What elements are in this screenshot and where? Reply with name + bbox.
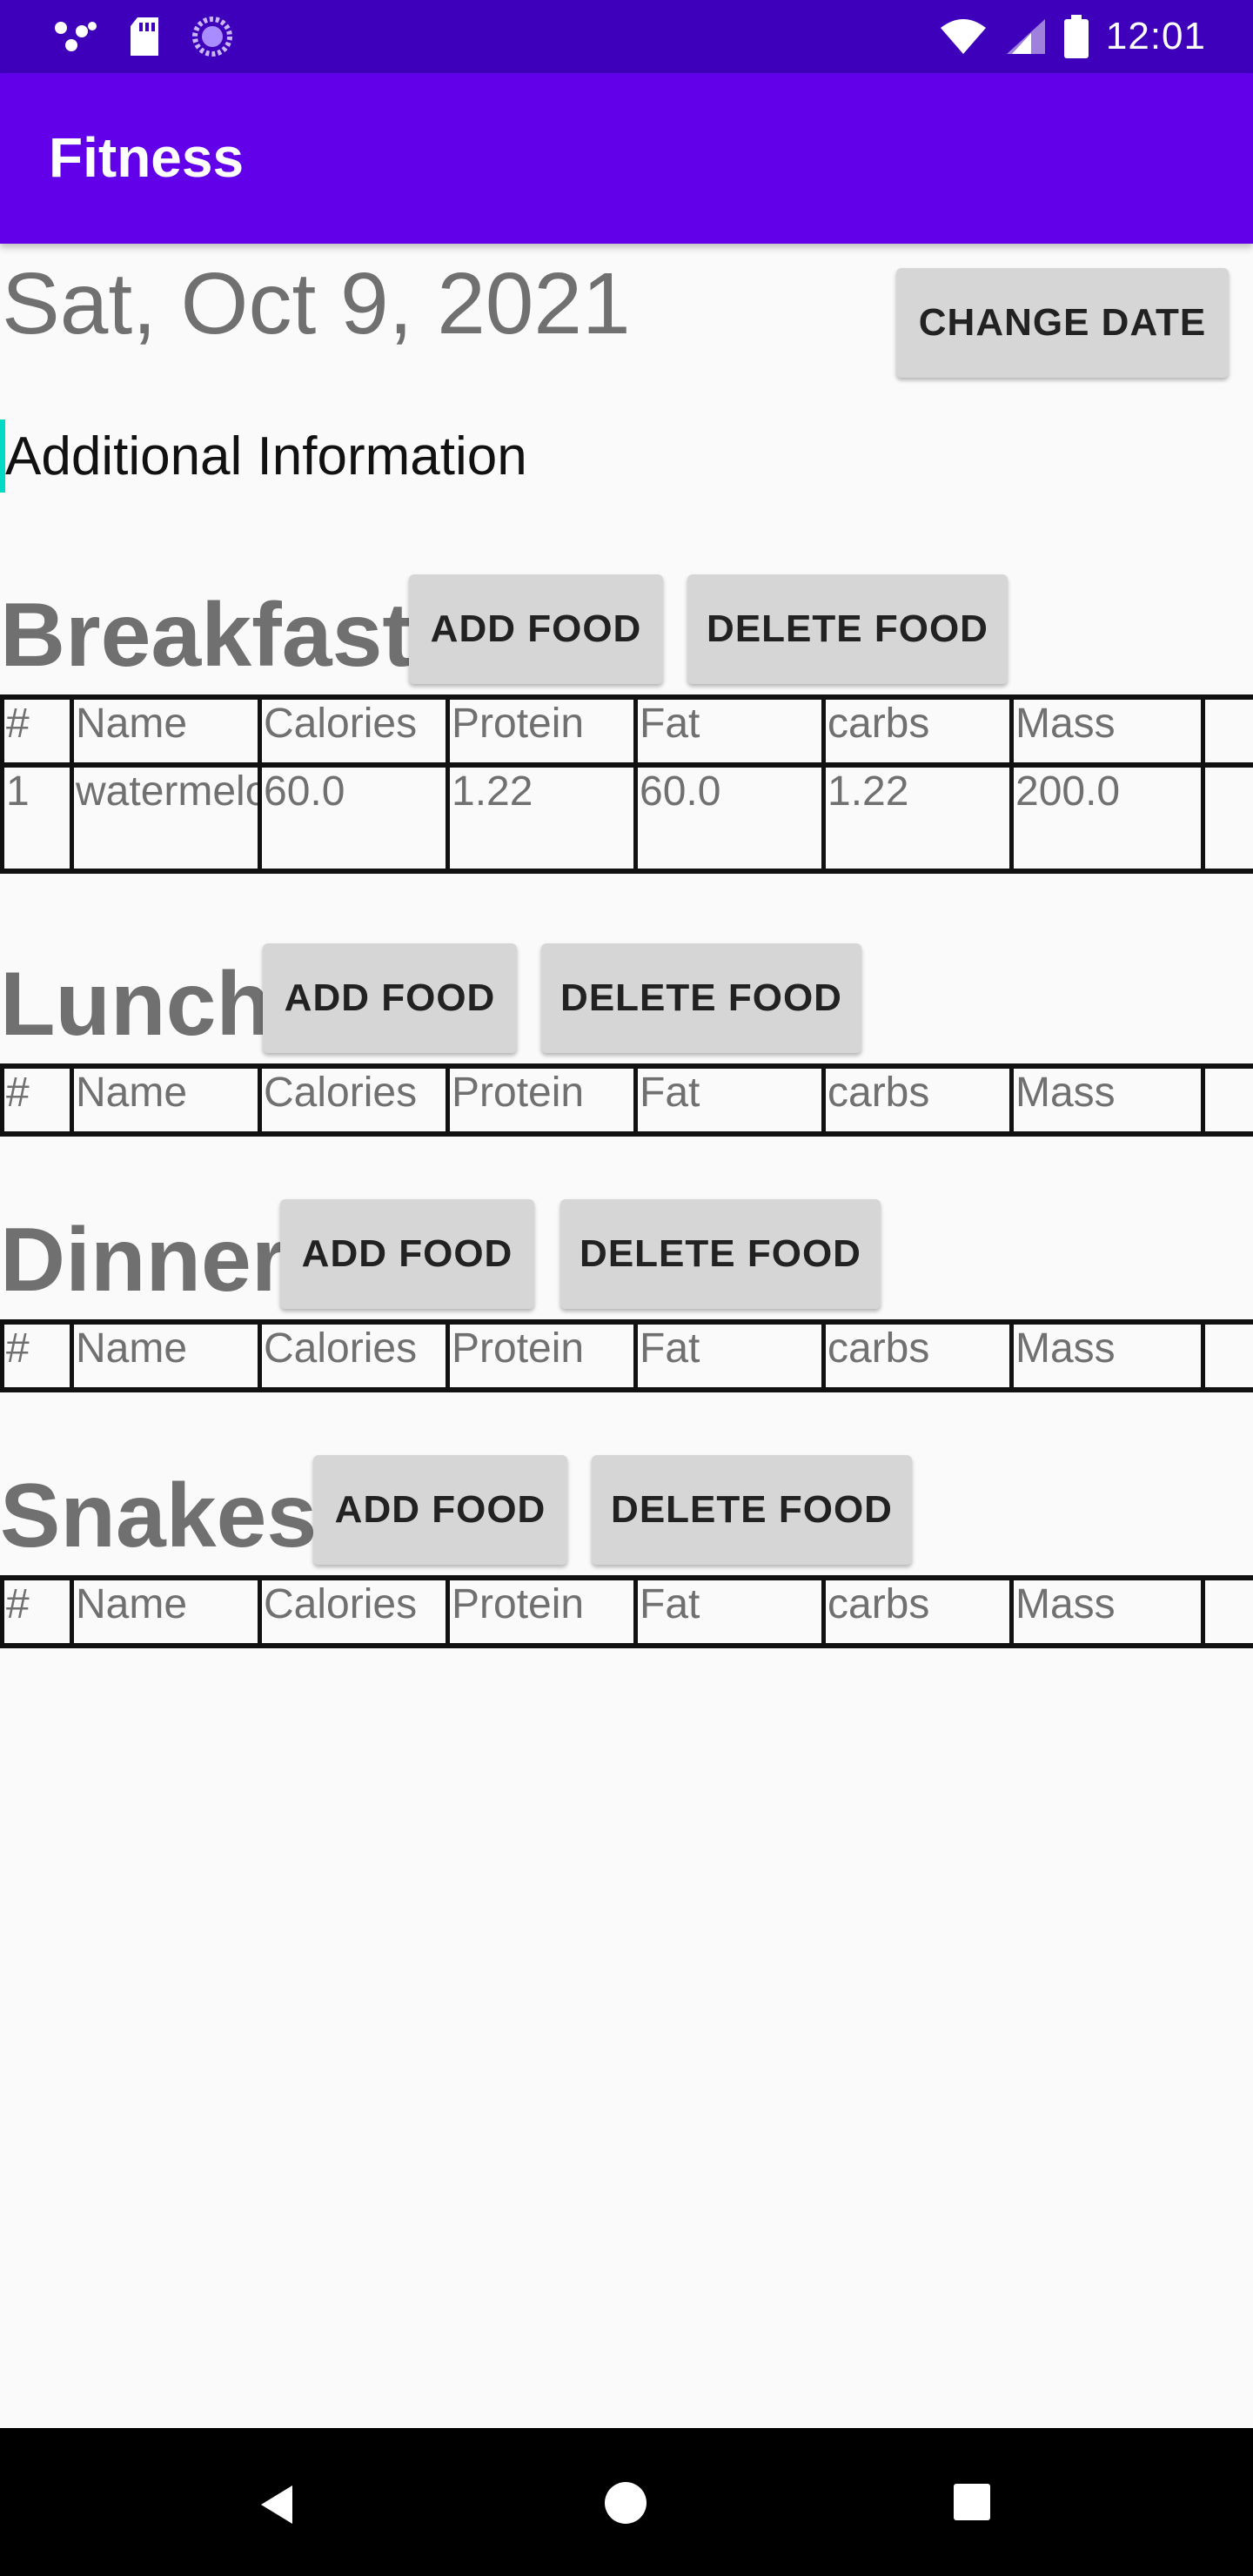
header-cell: Mass bbox=[1009, 1580, 1200, 1643]
header-cell: carbs bbox=[821, 1325, 1012, 1387]
snakes-add-food-button[interactable]: ADD FOOD bbox=[313, 1455, 567, 1565]
dinner-delete-food-button[interactable]: DELETE FOOD bbox=[560, 1199, 881, 1309]
app-bar: Fitness bbox=[0, 73, 1253, 244]
table-cell: 1.22 bbox=[821, 768, 1012, 869]
recent-apps-icon[interactable] bbox=[954, 2484, 990, 2520]
header-cell: Name bbox=[70, 1069, 260, 1131]
header-cell: Fat bbox=[633, 1325, 824, 1387]
lunch-delete-food-button[interactable]: DELETE FOOD bbox=[541, 943, 861, 1053]
meal-title-dinner: Dinner bbox=[0, 1210, 287, 1311]
header-cell: Name bbox=[70, 700, 260, 762]
header-cell bbox=[1201, 1069, 1253, 1131]
status-bar: 12:01 bbox=[0, 0, 1253, 73]
lunch-table: # Name Calories Protein Fat carbs Mass bbox=[0, 1063, 1253, 1137]
header-cell: carbs bbox=[821, 1069, 1012, 1131]
header-cell: Fat bbox=[633, 700, 824, 762]
status-right-icons: 12:01 bbox=[939, 12, 1206, 61]
change-date-button[interactable]: CHANGE DATE bbox=[896, 268, 1229, 378]
table-header-row: # Name Calories Protein Fat carbs Mass bbox=[0, 694, 1253, 762]
header-cell: Fat bbox=[633, 1069, 824, 1131]
app-title: Fitness bbox=[49, 126, 245, 189]
dinner-add-food-button[interactable]: ADD FOOD bbox=[280, 1199, 534, 1309]
header-cell: carbs bbox=[821, 1580, 1012, 1643]
table-cell: 60.0 bbox=[633, 768, 824, 869]
header-cell: Mass bbox=[1009, 1325, 1200, 1387]
meal-title-breakfast: Breakfast bbox=[0, 585, 413, 686]
header-cell: Protein bbox=[446, 1325, 636, 1387]
header-cell: carbs bbox=[821, 700, 1012, 762]
header-cell bbox=[1201, 700, 1253, 762]
header-cell: Calories bbox=[258, 1069, 448, 1131]
wifi-icon bbox=[940, 19, 986, 54]
snakes-table: # Name Calories Protein Fat carbs Mass bbox=[0, 1575, 1253, 1648]
header-cell: # bbox=[0, 1325, 72, 1387]
date-label: Sat, Oct 9, 2021 bbox=[2, 255, 631, 352]
header-cell: Calories bbox=[258, 1580, 448, 1643]
header-cell: # bbox=[0, 1069, 72, 1131]
additional-info-text: Additional Information bbox=[5, 426, 527, 486]
status-time: 12:01 bbox=[1105, 15, 1206, 57]
header-cell: Calories bbox=[258, 1325, 448, 1387]
table-header-row: # Name Calories Protein Fat carbs Mass bbox=[0, 1575, 1253, 1648]
header-cell: # bbox=[0, 700, 72, 762]
header-cell: Fat bbox=[633, 1580, 824, 1643]
header-cell: Protein bbox=[446, 700, 636, 762]
notification-dots-icon bbox=[55, 22, 97, 51]
additional-info-field[interactable]: Additional Information bbox=[0, 418, 527, 494]
header-cell bbox=[1201, 1325, 1253, 1387]
navigation-bar bbox=[0, 2428, 1253, 2576]
table-cell: 60.0 bbox=[258, 768, 448, 869]
battery-icon bbox=[1063, 15, 1089, 58]
back-icon[interactable] bbox=[258, 2484, 296, 2526]
breakfast-add-food-button[interactable]: ADD FOOD bbox=[409, 574, 663, 684]
meal-title-lunch: Lunch bbox=[0, 954, 271, 1055]
header-cell: Mass bbox=[1009, 1069, 1200, 1131]
snakes-delete-food-button[interactable]: DELETE FOOD bbox=[592, 1455, 912, 1565]
dinner-table: # Name Calories Protein Fat carbs Mass bbox=[0, 1319, 1253, 1392]
lunch-add-food-button[interactable]: ADD FOOD bbox=[263, 943, 517, 1053]
table-header-row: # Name Calories Protein Fat carbs Mass bbox=[0, 1319, 1253, 1392]
header-cell: Name bbox=[70, 1325, 260, 1387]
table-cell: 200.0 bbox=[1009, 768, 1200, 869]
cell-signal-icon bbox=[1006, 19, 1045, 54]
status-left-icons bbox=[52, 16, 233, 57]
header-cell: Calories bbox=[258, 700, 448, 762]
breakfast-table: # Name Calories Protein Fat carbs Mass 1… bbox=[0, 694, 1253, 874]
table-header-row: # Name Calories Protein Fat carbs Mass bbox=[0, 1063, 1253, 1137]
table-cell: watermelon bbox=[70, 768, 260, 869]
home-icon[interactable] bbox=[605, 2482, 647, 2524]
sync-icon bbox=[192, 17, 232, 57]
sd-card-icon bbox=[131, 17, 158, 56]
header-cell bbox=[1201, 1580, 1253, 1643]
header-cell: Mass bbox=[1009, 700, 1200, 762]
table-row[interactable]: 1 watermelon 60.0 1.22 60.0 1.22 200.0 bbox=[0, 762, 1253, 874]
header-cell: # bbox=[0, 1580, 72, 1643]
header-cell: Name bbox=[70, 1580, 260, 1643]
table-cell: 1 bbox=[0, 768, 72, 869]
breakfast-delete-food-button[interactable]: DELETE FOOD bbox=[687, 574, 1008, 684]
header-cell: Protein bbox=[446, 1069, 636, 1131]
meal-title-snakes: Snakes bbox=[0, 1466, 318, 1566]
table-cell bbox=[1201, 768, 1253, 869]
table-cell: 1.22 bbox=[446, 768, 636, 869]
header-cell: Protein bbox=[446, 1580, 636, 1643]
